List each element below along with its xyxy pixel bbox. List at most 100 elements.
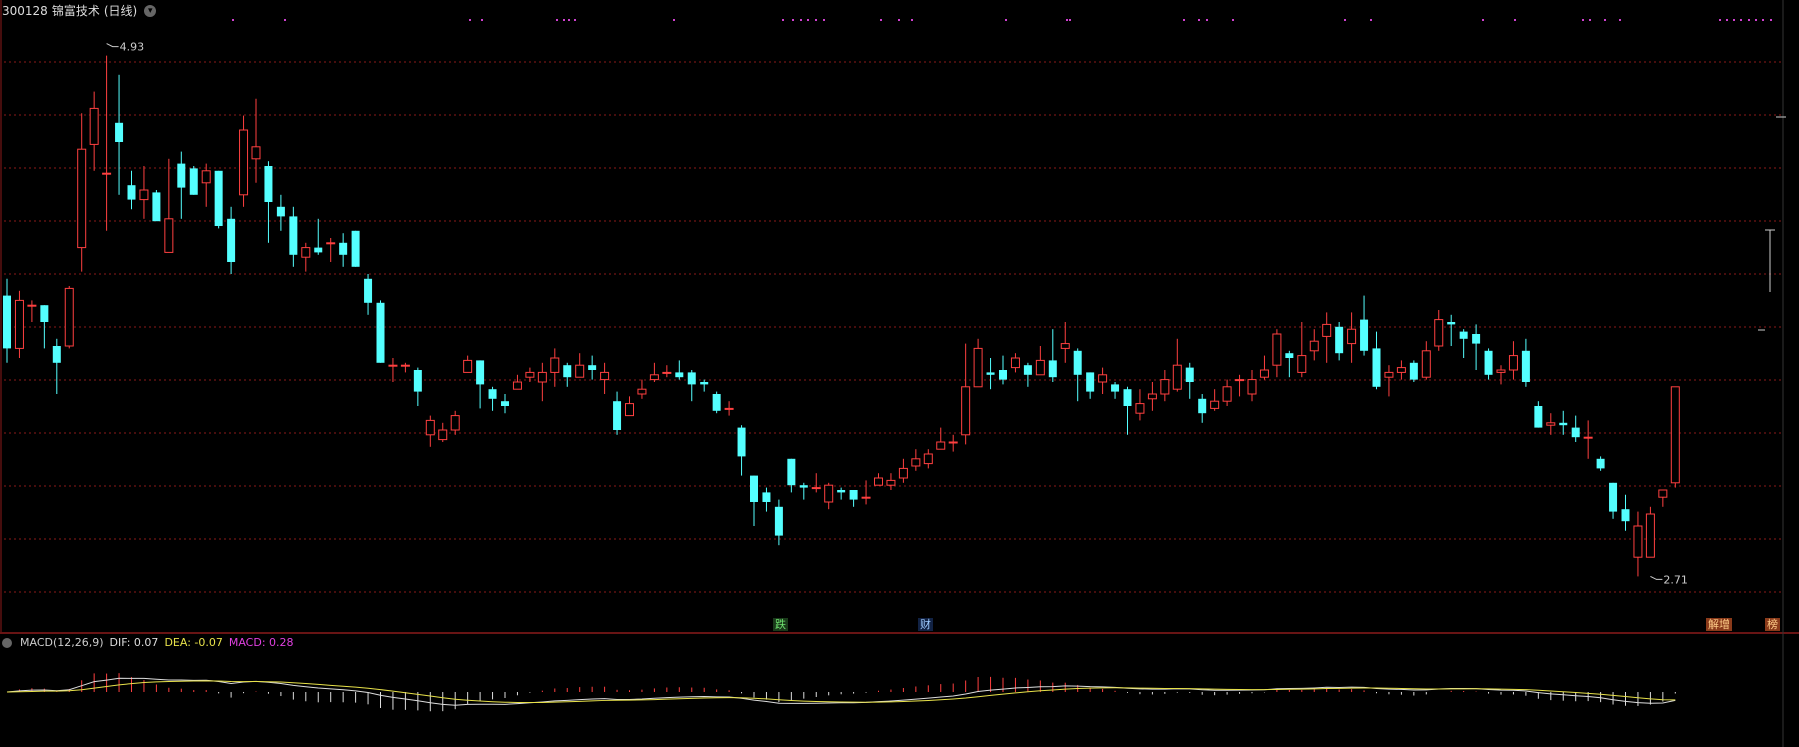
signal-marker: [1589, 19, 1591, 21]
event-tag-wen[interactable]: 榜: [1765, 618, 1780, 631]
candle-body-up: [1010, 357, 1020, 369]
candle-body-up: [1147, 393, 1157, 400]
candle-body-down: [177, 163, 186, 188]
signal-marker: [1770, 19, 1772, 21]
signal-marker: [284, 19, 286, 21]
candle-body-up: [1035, 359, 1045, 376]
low-pointer: [1650, 575, 1663, 580]
candle-body-down: [1472, 334, 1481, 344]
signal-marker: [1370, 19, 1372, 21]
candle-body-down: [339, 242, 348, 255]
candle-body-down: [488, 389, 497, 399]
signal-marker: [1344, 19, 1346, 21]
candle-body-up: [1160, 379, 1170, 395]
candle-body-down: [588, 365, 597, 370]
candle-body-down: [1447, 322, 1456, 325]
candle-body-down: [1534, 406, 1543, 428]
candle-body-up: [662, 371, 672, 374]
candle-body-up: [1583, 436, 1593, 439]
candle-body-down: [799, 485, 808, 488]
candle-body-down: [787, 458, 796, 486]
candle-body-down: [1285, 353, 1294, 358]
candle-body-up: [14, 299, 24, 349]
event-tag-cai[interactable]: 财: [918, 618, 933, 631]
candle-body-up: [400, 364, 410, 367]
candle-body-up: [1670, 386, 1680, 484]
signal-marker: [574, 19, 576, 21]
candle-body-up: [861, 496, 871, 499]
signal-marker: [807, 19, 809, 21]
candle-body-down: [1459, 331, 1468, 339]
candle-body-up: [1210, 400, 1220, 409]
candle-body-down: [1571, 427, 1580, 438]
signal-marker: [1198, 19, 1200, 21]
candle-body-up: [1546, 422, 1556, 426]
candle-body-up: [961, 386, 971, 436]
candle-body-down: [364, 278, 373, 303]
candle-body-down: [1360, 319, 1369, 351]
candle-body-down: [227, 218, 236, 262]
candle-body-up: [550, 357, 560, 373]
candle-body-down: [1185, 367, 1194, 382]
candle-body-down: [837, 490, 846, 493]
candle-body-up: [139, 189, 149, 201]
candle-body-down: [1596, 458, 1605, 469]
candle-body-down: [1409, 362, 1418, 380]
candle-body-down: [687, 372, 696, 385]
candle-body-up: [898, 467, 908, 479]
candle-body-up: [948, 441, 958, 444]
candle-body-up: [886, 479, 896, 486]
candle-body-up: [537, 371, 547, 383]
candlestick-chart[interactable]: 4.93 2.71: [0, 0, 1799, 747]
macd-value: MACD: 0.28: [228, 636, 294, 649]
candle-body-down: [563, 365, 572, 378]
macd-legend: MACD(12,26,9) DIF: 0.07 DEA: -0.07 MACD:…: [2, 636, 294, 649]
signal-marker: [1232, 19, 1234, 21]
candle-body-down: [762, 492, 771, 502]
candle-body-up: [1060, 343, 1070, 349]
candle-body-down: [376, 302, 385, 363]
candle-body-up: [164, 218, 174, 253]
candle-body-up: [251, 146, 261, 160]
candle-body-up: [239, 129, 249, 196]
signal-marker: [1482, 19, 1484, 21]
macd-settings-icon[interactable]: [2, 637, 12, 648]
candle-body-up: [1172, 364, 1182, 390]
candle-body-up: [512, 381, 522, 390]
event-tag-zeng[interactable]: 解增: [1706, 618, 1732, 631]
candle-body-down: [986, 372, 995, 375]
signal-marker: [1755, 19, 1757, 21]
candle-body-up: [463, 359, 473, 373]
candle-body-up: [1347, 328, 1357, 345]
candle-body-up: [649, 374, 659, 381]
candle-body-down: [1023, 365, 1032, 375]
candle-body-down: [127, 185, 136, 200]
macd-dea-line: [6, 680, 1676, 704]
candle-body-up: [936, 441, 946, 450]
signal-marker: [1733, 19, 1735, 21]
candle-body-up: [911, 458, 921, 467]
candle-body-down: [1609, 482, 1618, 512]
candle-body-up: [973, 347, 983, 388]
candle-body-down: [289, 216, 298, 255]
candle-body-down: [276, 206, 285, 217]
candle-body-down: [413, 370, 422, 392]
signal-marker: [898, 19, 900, 21]
candle-body-up: [438, 429, 448, 441]
candle-body-down: [774, 506, 783, 536]
candle-body-up: [874, 477, 883, 486]
candle-body-down: [737, 427, 746, 457]
candle-body-down: [115, 122, 124, 142]
candle-body-up: [27, 304, 37, 307]
candle-body-up: [637, 388, 647, 395]
signal-marker: [1514, 19, 1516, 21]
signal-marker: [1748, 19, 1750, 21]
candle-body-down: [712, 394, 721, 411]
candle-body-up: [1645, 513, 1655, 558]
macd-dif-line: [6, 677, 1676, 706]
event-tag-die[interactable]: 跌: [773, 618, 788, 631]
candle-body-down: [3, 295, 11, 349]
candle-body-up: [1222, 386, 1232, 402]
signal-marker: [1619, 19, 1621, 21]
signal-marker: [1005, 19, 1007, 21]
